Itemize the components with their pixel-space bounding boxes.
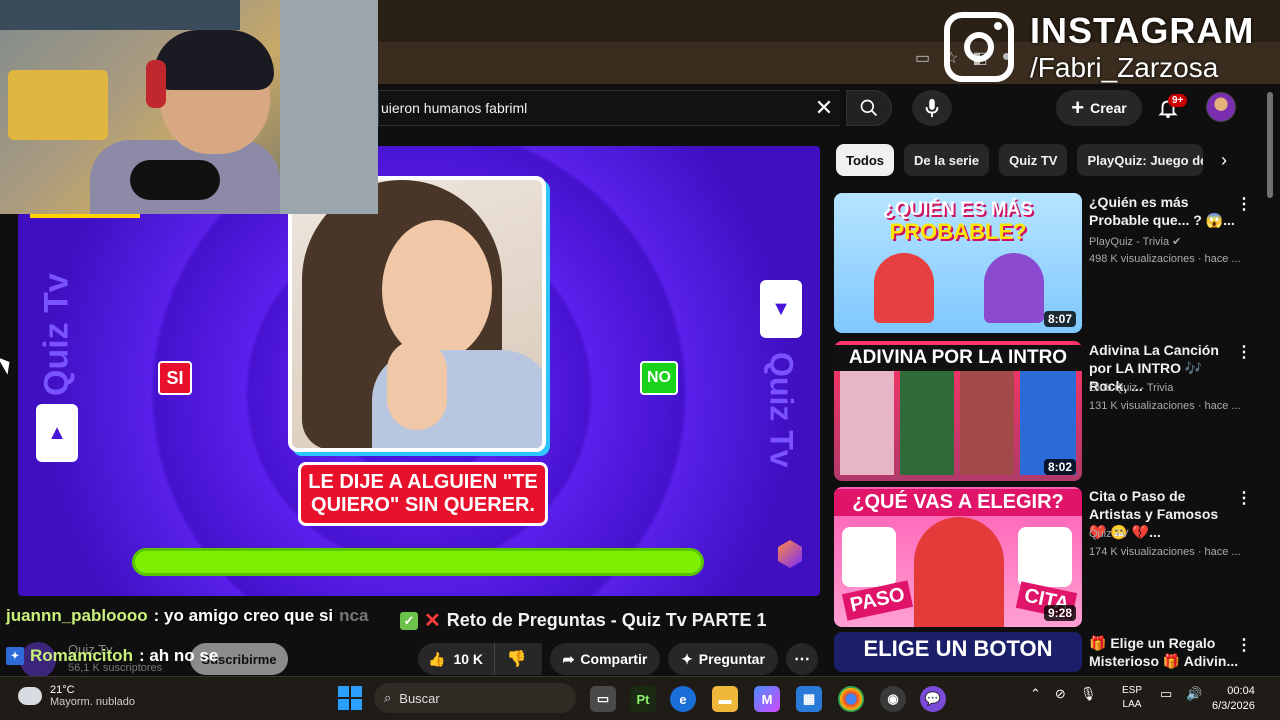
ask-button[interactable]: ✦ Preguntar (668, 643, 778, 675)
chat-badge-icon: ✦ (6, 647, 24, 665)
more-vert-icon[interactable]: ⋮ (1236, 488, 1252, 508)
voice-search-button[interactable] (912, 90, 952, 126)
question-text: LE DIJE A ALGUIEN "TE QUIERO" SIN QUERER… (298, 462, 548, 526)
streamer-webcam (0, 0, 378, 214)
more-actions-button[interactable]: ⋯ (786, 643, 818, 675)
chevron-right-icon[interactable]: › (1212, 150, 1236, 174)
chat-text: : ah no se (138, 646, 219, 665)
search-input[interactable]: uieron humanos fabriml (378, 90, 840, 126)
chrome-icon[interactable] (838, 686, 864, 712)
timer-progress-bar (132, 548, 704, 576)
recommendation-thumbnail[interactable]: ¿QUÉ VAS A ELEGIR? PASO CITA 9:28 (834, 487, 1082, 627)
question-photo (288, 176, 546, 452)
recommendation-channel: Club Quiz - Trivia (1089, 382, 1174, 394)
video-duration: 9:28 (1043, 605, 1076, 621)
microphone-icon (925, 98, 939, 118)
taskbar-search[interactable]: ⌕ Buscar (374, 683, 576, 713)
chip-todos[interactable]: Todos (836, 144, 895, 176)
arrow-down-icon: ▼ (760, 280, 802, 338)
check-mark-icon: ✓ (400, 611, 418, 630)
recommendation-title[interactable]: 🎁 Elige un Regalo Misterioso 🎁 Adivin... (1089, 634, 1239, 670)
pt-app-icon[interactable]: Pt (630, 686, 656, 712)
dislike-button[interactable]: 👎 (494, 643, 538, 675)
recommendation-meta: 498 K visualizaciones · hace ... (1089, 253, 1241, 265)
instagram-overlay-title: INSTAGRAM (1030, 10, 1255, 51)
more-vert-icon[interactable]: ⋮ (1236, 635, 1252, 655)
video-duration: 8:07 (1043, 311, 1076, 327)
create-button[interactable]: + Crear (1056, 90, 1142, 126)
chevron-up-icon[interactable]: ⌃ (1030, 686, 1041, 702)
sparkle-icon: ✦ (681, 650, 693, 667)
scrollbar-thumb[interactable] (1267, 92, 1273, 198)
cast-icon[interactable]: ▭ (915, 48, 930, 68)
display-icon[interactable]: ▭ (1160, 686, 1172, 702)
chat-message: ✦ Romamcitoh : ah no se (6, 646, 218, 666)
mouse-cursor-icon (0, 353, 15, 375)
chat-app-icon[interactable]: 💬 (920, 686, 946, 712)
cross-mark-icon: ✕ (424, 610, 441, 632)
arrow-up-icon: ▲ (36, 404, 78, 462)
windows-start-icon[interactable] (338, 686, 362, 710)
task-view-icon[interactable]: ▭ (590, 686, 616, 712)
microphone-icon[interactable]: 🎙 (1080, 686, 1097, 702)
more-vert-icon[interactable]: ⋮ (1236, 194, 1252, 214)
video-duration: 8:02 (1043, 459, 1076, 475)
share-button[interactable]: ➦ Compartir (550, 643, 660, 675)
chat-overflow-text: nca (339, 606, 369, 625)
system-tray: ⌃ ⊘ 🎙 (1030, 686, 1096, 702)
edge-icon[interactable]: e (670, 686, 696, 712)
language-indicator[interactable]: ESP LAA (1122, 684, 1142, 712)
m365-icon[interactable]: M (754, 686, 780, 712)
quiz-tv-left-brand: Quiz Tv (37, 273, 76, 397)
recommendation-title[interactable]: ¿Quién es más Probable que... ? 😱... (1089, 193, 1239, 229)
system-tray-right: ▭ 🔊 (1160, 686, 1202, 702)
chip-quiz-tv[interactable]: Quiz TV (999, 144, 1068, 176)
recommendation-channel: Quiz TV (1089, 528, 1129, 540)
taskbar-clock[interactable]: 00:04 6/3/2026 (1212, 684, 1255, 715)
video-title: Reto de Preguntas - Quiz Tv PARTE 1 (446, 610, 767, 630)
chip-de-la-serie[interactable]: De la serie (904, 144, 990, 176)
recommendation-thumbnail[interactable]: ¿QUIÉN ES MÁS PROBABLE? 8:07 (834, 193, 1082, 333)
thumbs-down-icon: 👎 (506, 651, 527, 668)
filter-chips: Todos De la serie Quiz TV PlayQuiz: Jueg… (836, 144, 1204, 176)
recommendation-meta: 174 K visualizaciones · hace ... (1089, 546, 1241, 558)
search-icon (860, 99, 878, 117)
verified-icon: ✔ (1172, 236, 1182, 248)
plus-icon: + (1071, 95, 1085, 120)
clear-search-icon[interactable]: ✕ (810, 94, 838, 122)
network-off-icon[interactable]: ⊘ (1055, 686, 1066, 702)
thumbs-up-icon: 👍 (428, 650, 446, 667)
notification-count-badge: 9+ (1168, 94, 1188, 107)
file-explorer-icon[interactable]: ▬ (712, 686, 738, 712)
chat-text: : yo amigo creo que si (153, 606, 334, 625)
instagram-overlay-handle: /Fabri_Zarzosa (1030, 52, 1219, 83)
chat-username: Romamcitoh (30, 646, 133, 665)
obs-icon[interactable]: ◉ (880, 686, 906, 712)
search-icon: ⌕ (384, 690, 392, 705)
chat-username: juannn_pabloooo (6, 606, 148, 625)
no-answer-label: NO (640, 361, 678, 395)
volume-icon[interactable]: 🔊 (1186, 686, 1202, 702)
recommendation-thumbnail[interactable]: ELIGE UN BOTON (834, 632, 1082, 672)
more-vert-icon[interactable]: ⋮ (1236, 342, 1252, 362)
recommendation-thumbnail[interactable]: ADIVINA POR LA INTRO 8:02 (834, 341, 1082, 481)
instagram-logo-icon (944, 12, 1014, 82)
chip-playquiz[interactable]: PlayQuiz: Juego de (1077, 144, 1204, 176)
share-icon: ➦ (562, 650, 575, 667)
quiz-tv-right-brand: Quiz Tv (763, 352, 800, 468)
si-answer-label: SI (158, 361, 192, 395)
cloud-icon (18, 687, 42, 705)
recommendation-meta: 131 K visualizaciones · hace ... (1089, 400, 1241, 412)
chat-message: juannn_pabloooo : yo amigo creo que si n… (6, 606, 368, 626)
video-title-row: ✓ ✕ Reto de Preguntas - Quiz Tv PARTE 1 (400, 608, 766, 633)
recommendation-channel: PlayQuiz - Trivia ✔ (1089, 236, 1182, 248)
store-icon[interactable]: ▦ (796, 686, 822, 712)
more-icon: ⋯ (794, 651, 810, 668)
user-avatar[interactable] (1206, 92, 1236, 122)
weather-widget[interactable]: 21°C Mayorm. nublado (18, 684, 135, 708)
search-button[interactable] (846, 90, 892, 126)
